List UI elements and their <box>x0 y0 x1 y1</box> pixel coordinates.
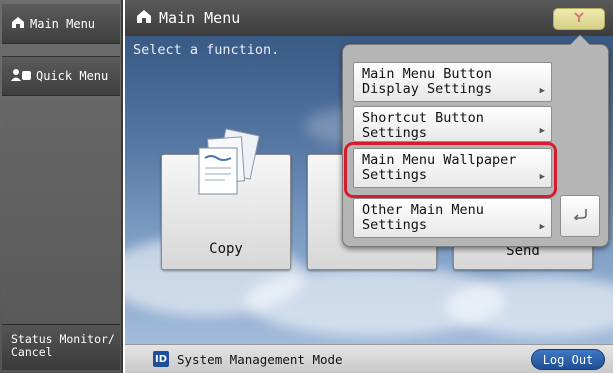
menu-item-shortcut-button-settings[interactable]: Shortcut Button Settings ▶ <box>353 106 552 142</box>
submenu-arrow-icon: ▶ <box>539 172 545 182</box>
popup-caret <box>570 35 590 45</box>
menu-item-wallpaper-settings[interactable]: Main Menu Wallpaper Settings ▶ <box>353 148 552 188</box>
logout-button[interactable]: Log Out <box>531 349 605 370</box>
page-title: Main Menu <box>159 9 241 27</box>
popup-back-button[interactable] <box>560 195 600 237</box>
sidebar-main-menu-label: Main Menu <box>30 16 96 31</box>
settings-popup: Main Menu Button Display Settings ▶ Shor… <box>342 35 609 247</box>
menu-item-label: Other Main Menu <box>362 202 484 218</box>
submenu-arrow-icon: ▶ <box>539 126 545 136</box>
sidebar: Main Menu Quick Menu Status Monitor/ Can… <box>0 0 123 373</box>
sidebar-main-menu-button[interactable]: Main Menu <box>2 4 120 44</box>
home-icon <box>10 14 26 33</box>
back-arrow-icon <box>572 208 588 224</box>
settings-icon <box>572 10 586 28</box>
submenu-arrow-icon: ▶ <box>539 222 545 232</box>
menu-item-label: Main Menu Button <box>362 66 493 82</box>
header-bar: Main Menu <box>125 0 613 36</box>
prompt-text: Select a function. <box>133 42 280 58</box>
menu-item-label: Display Settings <box>362 81 493 97</box>
id-badge-icon: ID <box>153 351 169 367</box>
system-mode-text: System Management Mode <box>177 351 343 367</box>
menu-item-other-main-menu-settings[interactable]: Other Main Menu Settings ▶ <box>353 198 552 238</box>
menu-item-label: Settings <box>362 125 428 141</box>
menu-item-label: Shortcut Button <box>362 110 484 126</box>
sidebar-spacer <box>2 100 120 320</box>
status-monitor-button[interactable]: Status Monitor/ Cancel <box>2 324 120 370</box>
menu-item-label: Main Menu Wallpaper <box>362 152 517 168</box>
copy-icon <box>191 128 265 202</box>
copy-label: Copy <box>209 241 243 257</box>
home-icon <box>135 8 153 28</box>
sidebar-quick-menu-button[interactable]: Quick Menu <box>2 56 120 96</box>
settings-button[interactable] <box>553 8 605 30</box>
menu-item-label: Settings <box>362 167 428 183</box>
menu-item-button-display-settings[interactable]: Main Menu Button Display Settings ▶ <box>353 62 552 102</box>
quick-menu-icon <box>10 67 32 86</box>
submenu-arrow-icon: ▶ <box>539 86 545 96</box>
menu-item-label: Settings <box>362 217 428 233</box>
sidebar-quick-menu-label: Quick Menu <box>36 69 109 83</box>
status-bar: ID System Management Mode Log Out <box>125 344 613 373</box>
status-monitor-label-cancel: Cancel <box>11 345 53 359</box>
